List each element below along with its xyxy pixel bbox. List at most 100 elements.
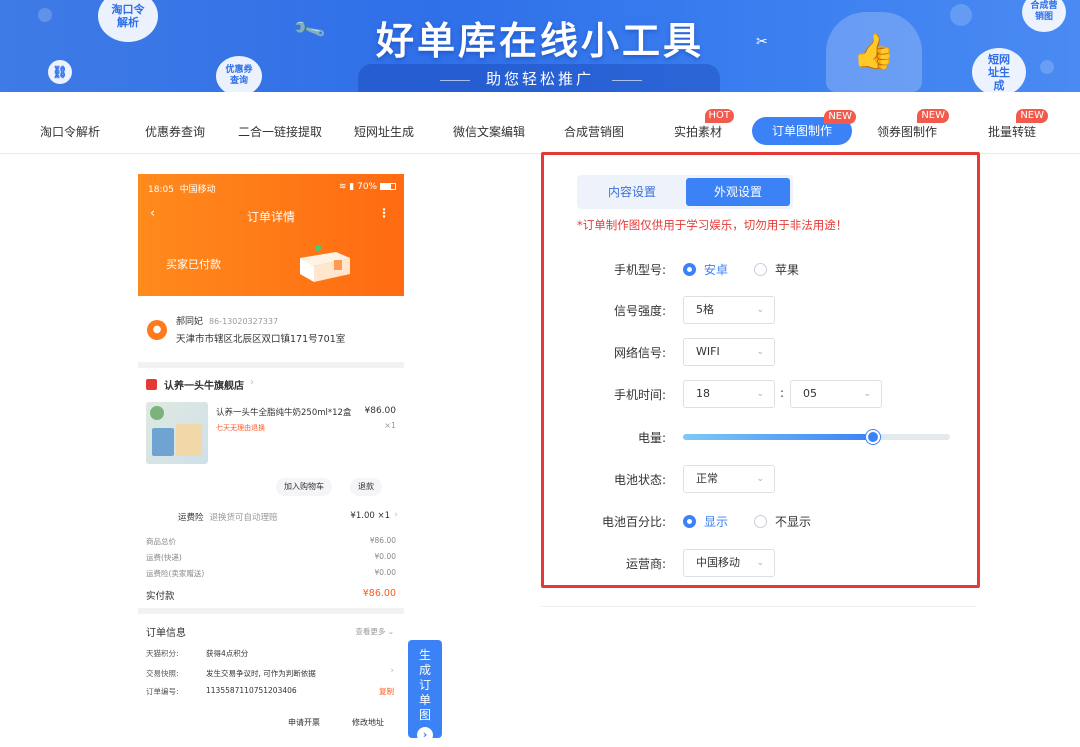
coupon-icon: ✂ (756, 34, 768, 50)
more-icon: ⋮ (378, 206, 390, 220)
signal-label: 信号强度: (613, 304, 666, 318)
order-info-value: 1135587110751203406 (206, 686, 297, 695)
modify-address-button: 修改地址 (352, 718, 384, 727)
order-page-title: 订单详情 (246, 210, 295, 224)
chevron-down-icon: ⌄ (756, 474, 764, 484)
tool-nav: 淘口令解析 优惠券查询 二合一链接提取 短网址生成 微信文案编辑 合成营销图 实… (0, 92, 1080, 154)
battery-percent: 70% (357, 182, 378, 192)
network-select[interactable]: WIFI ⌄ (683, 338, 775, 366)
battery-slider-thumb[interactable] (865, 430, 880, 444)
radio-label: 不显示 (775, 515, 812, 529)
location-icon: ● (147, 320, 167, 340)
radio-circle (754, 263, 767, 276)
product-price: ¥86.00 (364, 406, 397, 416)
summary-row: 商品总价 ¥86.00 (146, 536, 396, 547)
order-preview: 18:05 中国移动 ≋ ▮ 70% ‹ 订单详情 ⋮ 买家已付款 ● 郝同妃 8… (138, 174, 404, 740)
select-value: WIFI (696, 345, 720, 358)
radio-circle (754, 515, 767, 528)
wrench-icon: 🔧 (291, 12, 328, 49)
generate-button-label: 生成订单图 (418, 648, 431, 722)
bubble-poster: 合成营销图 (1022, 0, 1066, 32)
paid-status: 买家已付款 (166, 258, 221, 271)
nav-label: 短网址生成 (354, 125, 415, 139)
product-name: 认养一头牛全脂纯牛奶250ml*12盒 (216, 408, 352, 418)
copy-label: 复制 (379, 687, 394, 696)
nav-marketing-image[interactable]: 合成营销图 (564, 122, 624, 142)
nav-label: 合成营销图 (564, 125, 625, 139)
nav-wechat-copy[interactable]: 微信文案编辑 (453, 122, 525, 142)
nav-label: 微信文案编辑 (453, 125, 526, 139)
status-bar: 18:05 中国移动 ≋ ▮ 70% (148, 182, 396, 195)
summary-value: ¥0.00 (374, 552, 396, 561)
wifi-icon: ≋ (338, 182, 347, 192)
signal-select[interactable]: 5格 ⌄ (683, 296, 775, 324)
banner: 淘口令解析 ⛓ 优惠券查询 短网址生成 合成营销图 🔧 👍 ✂ 好单库在线小工具… (0, 0, 1080, 92)
nav-short-url[interactable]: 短网址生成 (354, 122, 414, 142)
order-info-value: 获得4点积分 (206, 649, 249, 658)
tab-appearance-settings[interactable]: 外观设置 (686, 178, 790, 206)
chevron-down-icon: ⌄ (863, 389, 871, 399)
select-value: 正常 (696, 472, 718, 485)
nav-label: 领券图制作 (877, 125, 938, 139)
summary-label: 商品总价 (146, 537, 176, 546)
decor-dot (1040, 60, 1054, 74)
network-label: 网络信号: (613, 346, 666, 360)
hour-select[interactable]: 18 ⌄ (683, 380, 775, 408)
nav-two-in-one[interactable]: 二合一链接提取 (238, 122, 322, 142)
product-image (146, 402, 208, 464)
chevron-down-icon: ⌄ (756, 347, 764, 357)
carrier-select[interactable]: 中国移动 ⌄ (683, 549, 775, 577)
chevron-down-icon: ⌄ (756, 389, 764, 399)
nav-coupon-query[interactable]: 优惠券查询 (145, 122, 205, 142)
new-badge: NEW (917, 109, 950, 123)
summary-row: 运费险(卖家赠送) ¥0.00 (146, 568, 396, 579)
nav-order-image[interactable]: 订单图制作 NEW (752, 110, 857, 145)
phone-model-label: 手机型号: (613, 263, 666, 277)
new-badge: NEW (1016, 109, 1049, 123)
battery-label: 电量: (637, 431, 666, 445)
nav-taokouling[interactable]: 淘口令解析 (40, 122, 100, 142)
nav-real-shot[interactable]: 实拍素材 HOT (674, 109, 735, 142)
add-to-cart-button: 加入购物车 (276, 478, 332, 496)
select-value: 18 (696, 387, 710, 400)
radio-hide-percent[interactable]: 不显示 (754, 513, 811, 530)
nav-label: 实拍素材 (674, 125, 723, 139)
battery-slider[interactable] (683, 430, 950, 444)
nav-coupon-image[interactable]: 领券图制作 NEW (877, 109, 950, 142)
signal-icon: ▮ (349, 182, 355, 192)
radio-android[interactable]: 安卓 (683, 261, 728, 278)
tab-content-settings[interactable]: 内容设置 (580, 178, 684, 206)
battery-icon (380, 183, 396, 190)
radio-label: 苹果 (775, 263, 800, 277)
arrow-right-icon: › (417, 727, 433, 743)
select-value: 中国移动 (696, 556, 740, 569)
order-info-more: 查看更多 ⌄ (355, 627, 394, 636)
battery-state-select[interactable]: 正常 ⌄ (683, 465, 775, 493)
chevron-right-icon: › (394, 510, 398, 520)
divider (541, 606, 976, 607)
radio-circle (683, 263, 696, 276)
chevron-down-icon: ⌄ (756, 305, 764, 315)
warning-text: *订单制作图仅供用于学习娱乐，切勿用于非法用途！ (577, 218, 848, 232)
time-label: 手机时间: (613, 388, 666, 402)
decor-dot (38, 8, 52, 22)
banner-title: 好单库在线小工具 (376, 19, 705, 63)
chevron-right-icon: › (250, 377, 254, 388)
order-info-title: 订单信息 (146, 628, 186, 639)
generate-order-image-button[interactable]: 生成订单图 › (408, 640, 442, 743)
decor-dot (950, 4, 972, 26)
invoice-button: 申请开票 (288, 718, 320, 727)
shipping-insurance-label: 运费险 (178, 513, 204, 523)
status-time: 18:05 (148, 185, 174, 195)
minute-select[interactable]: 05 ⌄ (790, 380, 882, 408)
nav-batch-convert[interactable]: 批量转链 NEW (988, 109, 1049, 142)
radio-show-percent[interactable]: 显示 (683, 513, 728, 530)
carrier-label: 运营商: (625, 557, 666, 571)
bubble-taokouling: 淘口令解析 (98, 0, 158, 42)
hot-badge: HOT (704, 109, 735, 123)
bubble-shorturl: 短网址生成 (972, 48, 1026, 92)
order-info-label: 交易快照: (146, 669, 179, 678)
radio-iphone[interactable]: 苹果 (754, 261, 799, 278)
summary-value: ¥0.00 (374, 568, 396, 577)
paid-label: 实付款 (146, 591, 175, 602)
